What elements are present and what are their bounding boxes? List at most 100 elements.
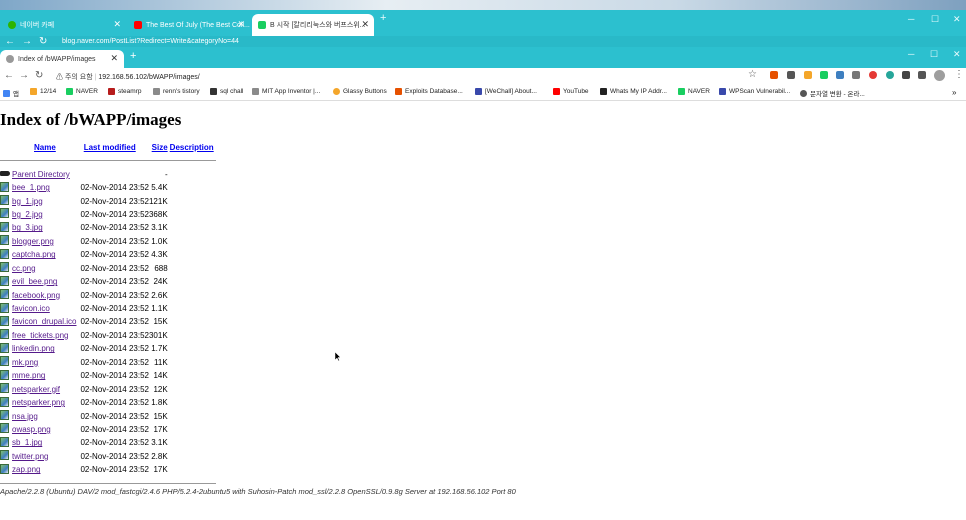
bookmark-sql-chall[interactable]: sql chall bbox=[210, 88, 243, 95]
bookmark-icon bbox=[153, 88, 160, 95]
minimize-icon[interactable]: ─ bbox=[908, 49, 914, 59]
file-link[interactable]: bee_1.png bbox=[12, 183, 50, 192]
sort-by-name-link[interactable]: Name bbox=[34, 143, 56, 152]
close-icon[interactable]: ✕ bbox=[361, 19, 369, 30]
file-size: 24K bbox=[153, 277, 168, 287]
extension-icon[interactable] bbox=[886, 71, 894, 79]
reload-icon[interactable]: ↻ bbox=[35, 70, 43, 81]
file-link[interactable]: facebook.png bbox=[12, 291, 60, 300]
file-link[interactable]: favicon_drupal.ico bbox=[12, 317, 76, 326]
close-icon[interactable]: ✕ bbox=[110, 53, 118, 64]
back-tab-2[interactable]: The Best Of July (The Best Coll... ✕ bbox=[128, 14, 250, 36]
image-file-icon bbox=[0, 423, 9, 434]
extension-icon[interactable] bbox=[869, 71, 877, 79]
new-tab-icon[interactable]: + bbox=[130, 50, 136, 62]
new-tab-icon[interactable]: + bbox=[380, 12, 386, 24]
sort-by-modified-link[interactable]: Last modified bbox=[84, 143, 136, 152]
globe-favicon-icon bbox=[6, 55, 14, 63]
bookmark-12-14[interactable]: 12/14 bbox=[30, 88, 56, 95]
extension-icon[interactable] bbox=[804, 71, 812, 79]
bookmark-whats-my-ip[interactable]: Whats My IP Addr... bbox=[600, 88, 667, 95]
bookmarks-overflow-icon[interactable]: » bbox=[952, 88, 956, 97]
file-link[interactable]: linkedin.png bbox=[12, 344, 55, 353]
bookmark-label: [WeChall] About... bbox=[485, 88, 537, 95]
extension-icon[interactable] bbox=[836, 71, 844, 79]
file-link[interactable]: free_tickets.png bbox=[12, 331, 68, 340]
close-icon[interactable]: ✕ bbox=[113, 19, 121, 30]
file-size: 15K bbox=[153, 411, 168, 421]
file-link[interactable]: zap.png bbox=[12, 465, 40, 474]
tab-title: Index of /bWAPP/images bbox=[18, 55, 96, 63]
close-icon[interactable]: ✕ bbox=[237, 19, 245, 30]
file-link[interactable]: netsparker.png bbox=[12, 398, 65, 407]
file-link[interactable]: favicon.ico bbox=[12, 304, 50, 313]
image-file-icon bbox=[0, 463, 9, 474]
media-icon[interactable] bbox=[918, 71, 926, 79]
sort-by-description-link[interactable]: Description bbox=[170, 143, 214, 152]
file-link[interactable]: mme.png bbox=[12, 371, 45, 380]
forward-arrow-icon[interactable]: → bbox=[19, 70, 29, 81]
close-window-icon[interactable]: ✕ bbox=[953, 49, 961, 60]
minimize-icon[interactable]: ─ bbox=[908, 14, 914, 24]
file-link[interactable]: bg_1.jpg bbox=[12, 197, 43, 206]
extension-icon[interactable] bbox=[852, 71, 860, 79]
sort-by-size-link[interactable]: Size bbox=[152, 143, 168, 152]
file-link[interactable]: mk.png bbox=[12, 358, 38, 367]
back-arrow-icon[interactable]: ← bbox=[4, 70, 14, 81]
table-row: zap.png 02-Nov-2014 23:52 17K bbox=[0, 463, 216, 476]
file-modified: 02-Nov-2014 23:52 bbox=[80, 465, 149, 475]
bookmark-tistory[interactable]: renn's tistory bbox=[153, 88, 200, 95]
bookmark-icon bbox=[395, 88, 402, 95]
puzzle-icon[interactable] bbox=[902, 71, 910, 79]
bookmark-steamrp[interactable]: steamrp bbox=[108, 88, 141, 95]
file-size: 3.1K bbox=[151, 438, 168, 448]
file-link[interactable]: owasp.png bbox=[12, 425, 51, 434]
file-link[interactable]: captcha.png bbox=[12, 250, 56, 259]
forward-arrow-icon[interactable]: → bbox=[22, 36, 32, 47]
maximize-icon[interactable]: ☐ bbox=[931, 14, 939, 25]
bookmark-mit-app-inventor[interactable]: MIT App Inventor |... bbox=[252, 88, 320, 95]
bookmark-youtube[interactable]: YouTube bbox=[553, 88, 589, 95]
bookmark-label: Exploits Database... bbox=[405, 88, 463, 95]
back-url[interactable]: blog.naver.com/PostList?Redirect=Write&c… bbox=[62, 38, 239, 45]
extension-icon[interactable] bbox=[787, 71, 795, 79]
file-link[interactable]: cc.png bbox=[12, 264, 36, 273]
image-file-icon bbox=[0, 342, 9, 353]
tab-index-images[interactable]: Index of /bWAPP/images ✕ bbox=[0, 50, 124, 68]
table-row: favicon.ico 02-Nov-2014 23:52 1.1K bbox=[0, 302, 216, 315]
bookmark-exploits-db[interactable]: Exploits Database... bbox=[395, 88, 463, 95]
bookmark-wechall[interactable]: [WeChall] About... bbox=[475, 88, 537, 95]
extension-icon[interactable] bbox=[820, 71, 828, 79]
back-arrow-icon[interactable]: ← bbox=[5, 36, 15, 47]
parent-directory-link[interactable]: Parent Directory bbox=[12, 170, 70, 179]
reload-icon[interactable]: ↻ bbox=[39, 36, 47, 47]
file-link[interactable]: bg_2.jpg bbox=[12, 210, 43, 219]
back-tab-1[interactable]: 네이버 카페 ✕ bbox=[2, 14, 126, 36]
bookmark-apps[interactable]: 앱 bbox=[3, 88, 19, 98]
bookmark-glassy-buttons[interactable]: Glassy Buttons bbox=[333, 88, 387, 95]
file-link[interactable]: sb_1.jpg bbox=[12, 438, 42, 447]
avatar[interactable] bbox=[934, 70, 945, 81]
bookmark-icon bbox=[475, 88, 482, 95]
url-text: 192.168.56.102/bWAPP/images/ bbox=[98, 74, 200, 81]
file-description bbox=[168, 396, 216, 409]
extension-icon[interactable] bbox=[770, 71, 778, 79]
image-file-icon bbox=[0, 248, 9, 259]
bookmark-naver-2[interactable]: NAVER bbox=[678, 88, 710, 95]
file-link[interactable]: nsa.jpg bbox=[12, 412, 38, 421]
back-tab-3[interactable]: B 시작 [칼리리눅스와 버프스위... ✕ bbox=[252, 14, 374, 36]
bookmark-string-convert[interactable]: 문자열 변환 - 온라... bbox=[800, 88, 865, 98]
maximize-icon[interactable]: ☐ bbox=[930, 49, 938, 60]
file-size: 1.7K bbox=[151, 344, 168, 354]
close-window-icon[interactable]: ✕ bbox=[953, 14, 961, 25]
file-link[interactable]: bg_3.jpg bbox=[12, 223, 43, 232]
file-link[interactable]: blogger.png bbox=[12, 237, 54, 246]
url-field[interactable]: ⚠ 주의 요함 | 192.168.56.102/bWAPP/images/ bbox=[56, 72, 200, 82]
file-link[interactable]: evil_bee.png bbox=[12, 277, 57, 286]
kebab-menu-icon[interactable]: ⋮ bbox=[954, 69, 964, 80]
file-link[interactable]: twitter.png bbox=[12, 452, 48, 461]
file-link[interactable]: netsparker.gif bbox=[12, 385, 60, 394]
bookmark-naver[interactable]: NAVER bbox=[66, 88, 98, 95]
star-icon[interactable]: ☆ bbox=[748, 69, 757, 80]
bookmark-wpscan[interactable]: WPScan Vulnerabil... bbox=[719, 88, 790, 95]
